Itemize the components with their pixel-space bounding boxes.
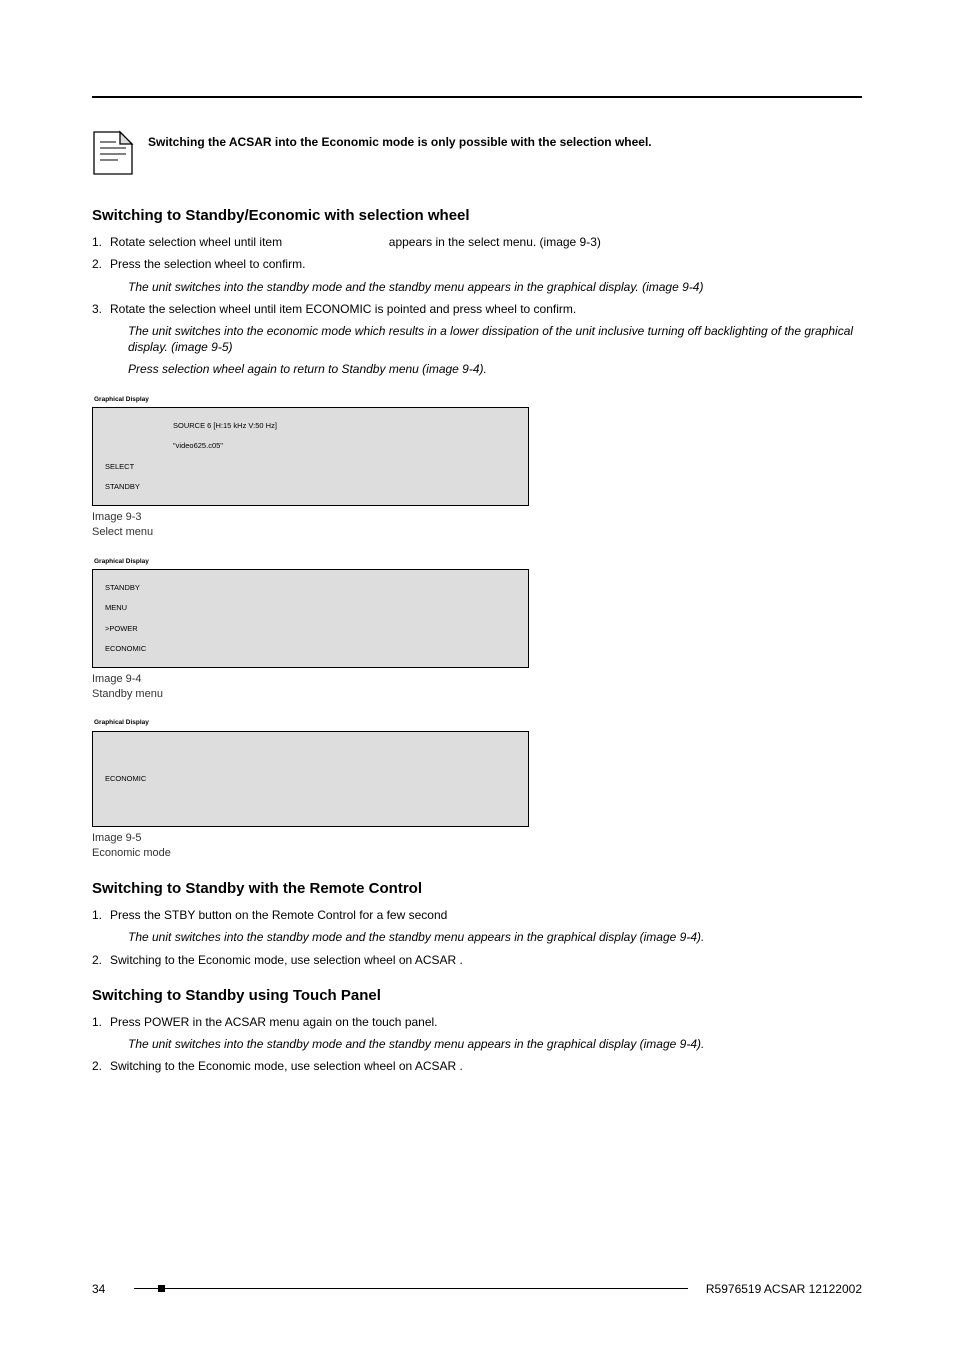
gd-row: "video625.c05" xyxy=(93,436,528,456)
step-note: Press selection wheel again to return to… xyxy=(110,361,862,377)
figure-caption: Image 9-3 xyxy=(92,510,862,525)
heading-selection-wheel: Switching to Standby/Economic with selec… xyxy=(92,206,862,226)
steps-touch-panel: 1.Press POWER in the ACSAR menu again on… xyxy=(92,1014,862,1075)
gd-row: MENU xyxy=(93,598,528,618)
figure-caption: Standby menu xyxy=(92,687,862,702)
page-footer: 34 R5976519 ACSAR 12122002 xyxy=(92,1281,862,1297)
list-item: 1.Rotate selection wheel until item appe… xyxy=(92,234,862,250)
heading-touch-panel: Switching to Standby using Touch Panel xyxy=(92,986,862,1006)
steps-remote-control: 1.Press the STBY button on the Remote Co… xyxy=(92,907,862,968)
gd-label: Graphical Display xyxy=(94,558,862,567)
gd-label: Graphical Display xyxy=(94,396,862,405)
step-note: The unit switches into the standby mode … xyxy=(110,279,862,295)
note-box: Switching the ACSAR into the Economic mo… xyxy=(92,130,862,176)
note-document-icon xyxy=(92,130,134,176)
gd-row: STANDBY xyxy=(93,578,528,598)
page-number: 34 xyxy=(92,1281,126,1297)
gd-row: >POWER xyxy=(93,619,528,639)
list-item: 2.Press the selection wheel to confirm. … xyxy=(92,256,862,294)
graphical-display-figure: Graphical Display SOURCE 6 [H:15 kHz V:5… xyxy=(92,396,862,540)
top-rule xyxy=(92,96,862,98)
gd-row: ECONOMIC xyxy=(93,769,158,789)
list-item: 1.Press the STBY button on the Remote Co… xyxy=(92,907,862,945)
gd-screen: ECONOMIC xyxy=(92,731,529,827)
gd-row: ECONOMIC xyxy=(93,639,528,659)
figure-caption: Image 9-5 xyxy=(92,831,862,846)
gd-label: Graphical Display xyxy=(94,719,862,728)
gd-row: SELECT xyxy=(93,457,528,477)
gd-screen: STANDBY MENU >POWER ECONOMIC xyxy=(92,569,529,668)
graphical-display-figure: Graphical Display STANDBY MENU >POWER EC… xyxy=(92,558,862,702)
step-note: The unit switches into the economic mode… xyxy=(110,323,862,355)
gd-row: SOURCE 6 [H:15 kHz V:50 Hz] xyxy=(93,416,528,436)
step-note: The unit switches into the standby mode … xyxy=(110,1036,862,1052)
doc-id: R5976519 ACSAR 12122002 xyxy=(696,1281,862,1297)
list-item: 3.Rotate the selection wheel until item … xyxy=(92,301,862,378)
gd-screen: SOURCE 6 [H:15 kHz V:50 Hz] "video625.c0… xyxy=(92,407,529,506)
figure-caption: Select menu xyxy=(92,525,862,540)
list-item: 2.Switching to the Economic mode, use se… xyxy=(92,952,862,968)
heading-remote-control: Switching to Standby with the Remote Con… xyxy=(92,879,862,899)
list-item: 1.Press POWER in the ACSAR menu again on… xyxy=(92,1014,862,1052)
figure-caption: Image 9-4 xyxy=(92,672,862,687)
graphical-display-figure: Graphical Display ECONOMIC Image 9-5 Eco… xyxy=(92,719,862,860)
steps-selection-wheel: 1.Rotate selection wheel until item appe… xyxy=(92,234,862,377)
page-content: Switching the ACSAR into the Economic mo… xyxy=(92,96,862,1291)
note-text: Switching the ACSAR into the Economic mo… xyxy=(148,130,862,150)
list-item: 2.Switching to the Economic mode, use se… xyxy=(92,1058,862,1074)
gd-row: STANDBY xyxy=(93,477,528,497)
step-note: The unit switches into the standby mode … xyxy=(110,929,862,945)
figure-caption: Economic mode xyxy=(92,846,862,861)
